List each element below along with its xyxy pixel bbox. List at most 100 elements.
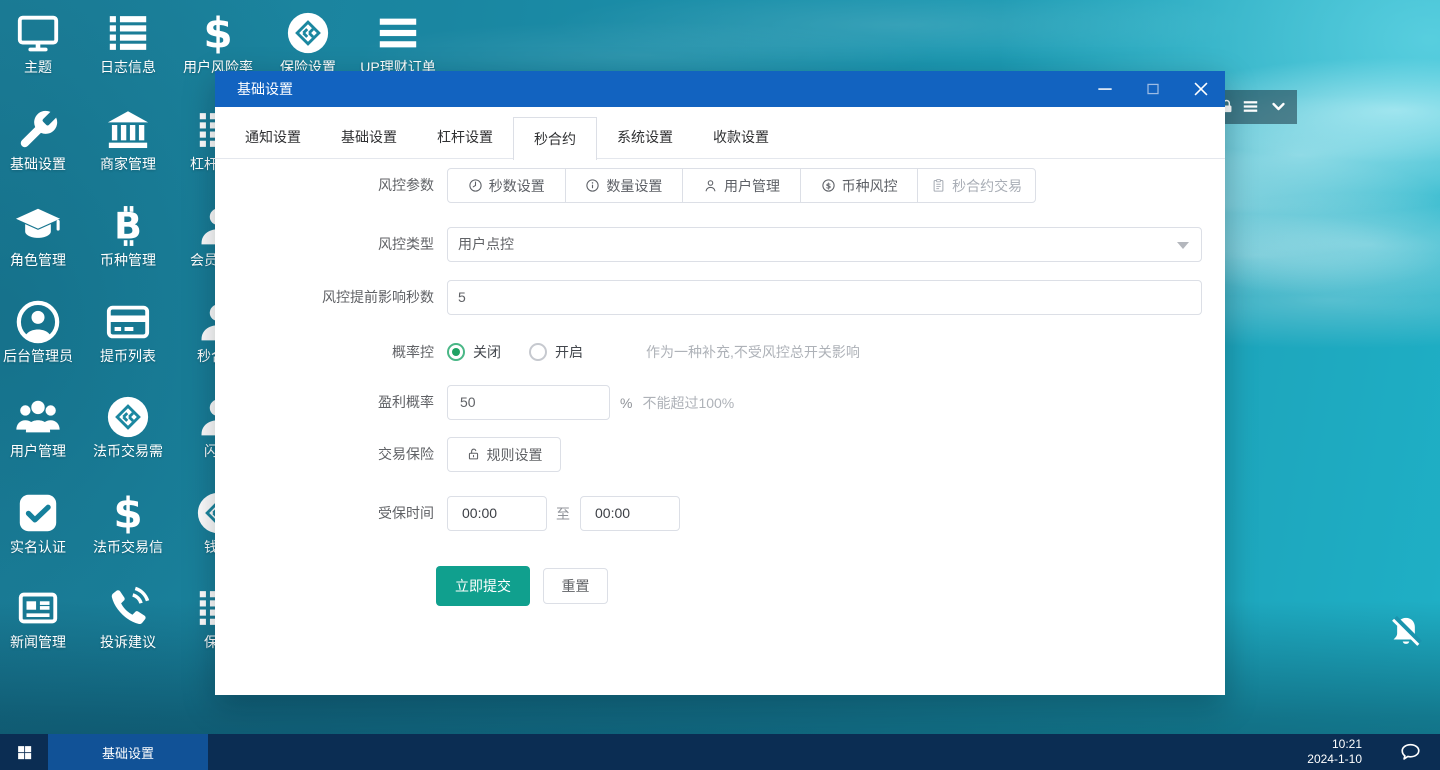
desktop-icon-label: 提币列表 <box>100 348 156 364</box>
insured-time-range: 00:00 至 00:00 <box>447 496 680 531</box>
risk-advance-seconds-input[interactable]: 5 <box>447 280 1202 315</box>
tab-notify-settings[interactable]: 通知设置 <box>225 107 321 159</box>
radio-on-label[interactable]: 开启 <box>555 342 583 362</box>
bank-icon <box>105 107 151 153</box>
tab-leverage-settings[interactable]: 杠杆设置 <box>417 107 513 159</box>
info-icon <box>585 178 600 193</box>
desktop-icon-roles[interactable]: 角色管理 <box>0 203 83 268</box>
user-manage-button[interactable]: 用户管理 <box>682 169 800 202</box>
desktop-icon-label: 用户管理 <box>10 443 66 459</box>
check-square-icon <box>15 490 61 536</box>
dollar-icon <box>105 490 151 536</box>
tab-payment-settings[interactable]: 收款设置 <box>693 107 789 159</box>
tab-basic-settings[interactable]: 基础设置 <box>321 107 417 159</box>
desktop-icon-insurance-settings[interactable]: 保险设置 <box>263 10 353 75</box>
chevron-down-icon[interactable] <box>1270 98 1287 115</box>
submit-button[interactable]: 立即提交 <box>436 566 530 606</box>
settings-window: 基础设置 通知设置 基础设置 杠杆设置 秒合约 系统设置 收款设置 风控参数 秒… <box>215 71 1225 695</box>
windows-logo-icon <box>16 744 33 761</box>
clock-icon <box>468 178 483 193</box>
card-icon <box>105 299 151 345</box>
desktop-icon-coins[interactable]: 币种管理 <box>83 203 173 268</box>
start-button[interactable] <box>0 734 48 770</box>
desktop-icon-label: 后台管理员 <box>3 348 73 364</box>
desktop-icon-fiat-trade-credit[interactable]: 法币交易信 <box>83 490 173 555</box>
field-label-risk-params: 风控参数 <box>378 177 434 193</box>
risk-params-button-group: 秒数设置 数量设置 用户管理 币种风控 秒合约交易 <box>447 168 1036 203</box>
settings-tabs: 通知设置 基础设置 杠杆设置 秒合约 系统设置 收款设置 <box>225 107 789 160</box>
radio-off-selected[interactable] <box>447 343 465 361</box>
desktop-icon-users[interactable]: 用户管理 <box>0 394 83 459</box>
window-title: 基础设置 <box>237 81 293 97</box>
graduation-cap-icon <box>15 203 61 249</box>
desktop-icon-label: 法币交易信 <box>93 539 163 555</box>
desktop-icon-theme[interactable]: 主题 <box>0 10 83 75</box>
desktop-icon-user-risk[interactable]: 用户风险率 <box>173 10 263 75</box>
desktop-icon-label: 日志信息 <box>100 59 156 75</box>
desktop-icon-merchant[interactable]: 商家管理 <box>83 107 173 172</box>
percent-unit: % <box>620 394 633 411</box>
select-caret-icon <box>1177 242 1189 249</box>
taskbar-item-basic-settings[interactable]: 基础设置 <box>48 734 208 770</box>
gem-circle-icon <box>285 10 331 56</box>
minimize-button[interactable] <box>1081 71 1129 107</box>
users-icon <box>15 394 61 440</box>
desktop-icon-feedback[interactable]: 投诉建议 <box>83 585 173 650</box>
field-label-profit-probability: 盈利概率 <box>378 394 434 410</box>
tab-seconds-contract[interactable]: 秒合约 <box>513 117 597 160</box>
desktop-icon-withdrawals[interactable]: 提币列表 <box>83 299 173 364</box>
desktop-icon-label: 基础设置 <box>10 156 66 172</box>
newspaper-icon <box>15 585 61 631</box>
insured-time-to-input[interactable]: 00:00 <box>580 496 680 531</box>
clock-date: 2024-1-10 <box>1307 752 1362 766</box>
taskbar-clock[interactable]: 10:21 2024-1-10 <box>1307 737 1362 767</box>
desktop-icon-kyc[interactable]: 实名认证 <box>0 490 83 555</box>
window-titlebar: 基础设置 <box>215 71 1225 107</box>
field-label-probability-control: 概率控 <box>392 344 434 360</box>
dollar-icon <box>195 10 241 56</box>
risk-type-value: 用户点控 <box>458 236 514 252</box>
seconds-setting-button[interactable]: 秒数设置 <box>448 169 565 202</box>
desktop-icon-up-orders[interactable]: UP理财订单 <box>353 10 443 75</box>
desktop-icon-label: 币种管理 <box>100 252 156 268</box>
dollar-circle-icon <box>821 178 836 193</box>
tab-system-settings[interactable]: 系统设置 <box>597 107 693 159</box>
risk-type-select[interactable]: 用户点控 <box>447 227 1202 262</box>
desktop-icon-label: 商家管理 <box>100 156 156 172</box>
close-button[interactable] <box>1177 71 1225 107</box>
field-label-trade-insurance: 交易保险 <box>378 446 434 462</box>
probability-hint: 作为一种补充,不受风控总开关影响 <box>646 344 860 360</box>
reset-button[interactable]: 重置 <box>543 568 608 604</box>
desktop-icon-label: 主题 <box>24 59 52 75</box>
field-label-risk-type: 风控类型 <box>378 236 434 252</box>
chat-icon[interactable] <box>1399 741 1422 763</box>
desktop-icon-label: 角色管理 <box>10 252 66 268</box>
user-icon <box>703 178 718 193</box>
desktop-icon-label: 投诉建议 <box>100 634 156 650</box>
rule-settings-button[interactable]: 规则设置 <box>447 437 561 472</box>
desktop-icon-label: 实名认证 <box>10 539 66 555</box>
desktop-icon-logs[interactable]: 日志信息 <box>83 10 173 75</box>
desktop-icon-admins[interactable]: 后台管理员 <box>0 299 83 364</box>
menu-icon <box>375 10 421 56</box>
notifications-muted-bell-icon[interactable] <box>1388 614 1424 650</box>
quantity-setting-button[interactable]: 数量设置 <box>564 169 683 202</box>
maximize-button[interactable] <box>1129 71 1177 107</box>
clock-time: 10:21 <box>1331 737 1362 751</box>
seconds-contract-trade-button[interactable]: 秒合约交易 <box>917 169 1035 202</box>
profit-probability-input[interactable]: 50 <box>447 385 610 420</box>
list-icon <box>105 10 151 56</box>
menu-icon[interactable] <box>1242 98 1259 115</box>
desktop-icon-news[interactable]: 新闻管理 <box>0 585 83 650</box>
desktop-icon-label: 法币交易需 <box>93 443 163 459</box>
desktop-icon-basic-settings[interactable]: 基础设置 <box>0 107 83 172</box>
radio-off-label[interactable]: 关闭 <box>473 342 501 362</box>
probability-control-radios: 关闭 开启 作为一种补充,不受风控总开关影响 <box>447 342 860 362</box>
coin-risk-button[interactable]: 币种风控 <box>799 169 918 202</box>
desktop-icon-label: 新闻管理 <box>10 634 66 650</box>
insured-time-from-input[interactable]: 00:00 <box>447 496 547 531</box>
user-circle-icon <box>15 299 61 345</box>
profit-probability-hint: 不能超过100% <box>642 394 735 411</box>
desktop-icon-fiat-trade-demand[interactable]: 法币交易需 <box>83 394 173 459</box>
radio-on[interactable] <box>529 343 547 361</box>
